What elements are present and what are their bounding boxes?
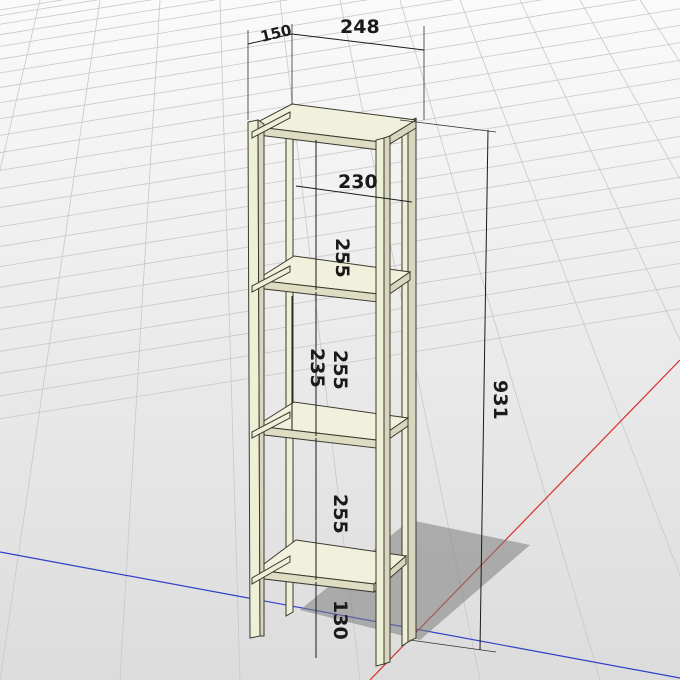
front-left-post <box>247 119 265 639</box>
back-right-post <box>401 117 417 647</box>
shelf-drawing: 150 248 230 255 255 235 255 130 931 <box>0 0 680 680</box>
shelf-gap-2-alt-label: 235 <box>306 348 328 388</box>
inner-width-dimension-label: 230 <box>338 171 378 193</box>
shelf-gap-1-label: 255 <box>331 238 353 278</box>
front-right-post <box>375 135 391 667</box>
width-dimension-label: 248 <box>340 16 380 38</box>
shelf-gap-2-label: 255 <box>329 350 351 390</box>
total-height-label: 931 <box>489 380 511 420</box>
shelf-gap-3-label: 255 <box>329 494 351 534</box>
bottom-clearance-label: 130 <box>329 600 351 640</box>
cad-viewport[interactable]: 150 248 230 255 255 235 255 130 931 <box>0 0 680 680</box>
